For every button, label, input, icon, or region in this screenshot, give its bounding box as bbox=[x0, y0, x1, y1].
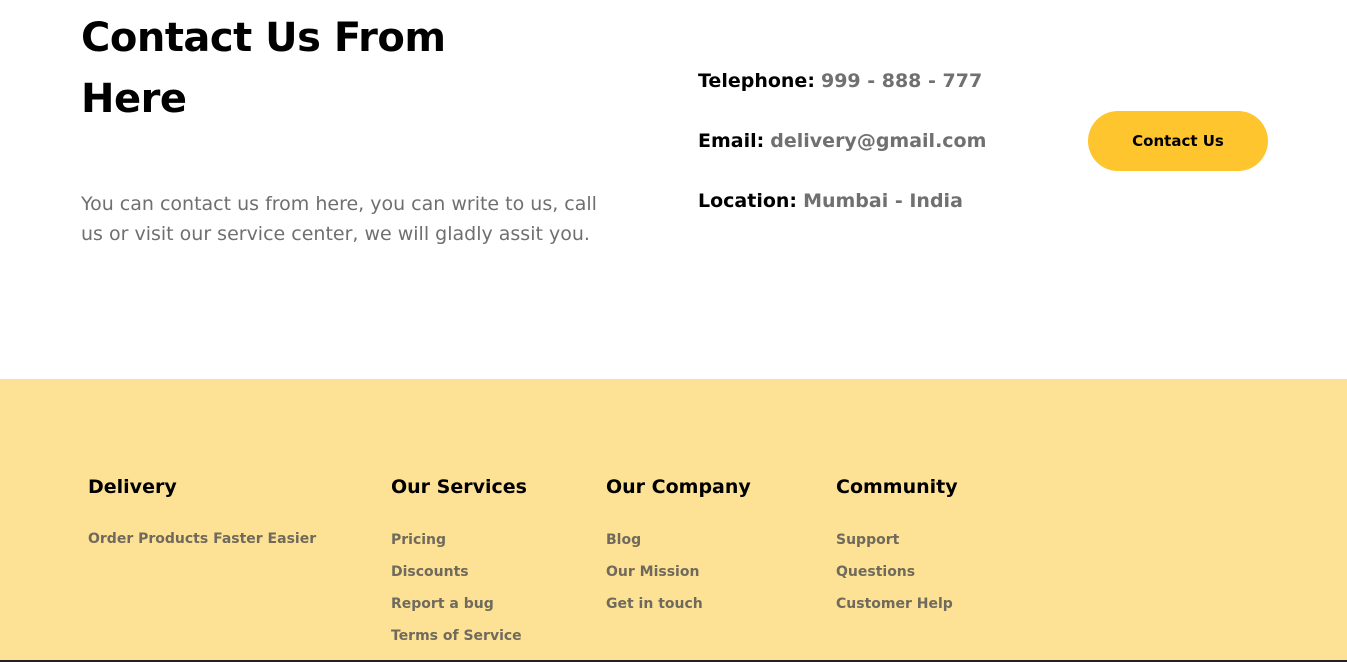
footer-link-discounts[interactable]: Discounts bbox=[391, 564, 469, 580]
footer-heading-delivery: Delivery bbox=[88, 476, 177, 498]
footer-link-terms[interactable]: Terms of Service bbox=[391, 628, 522, 644]
contact-description: You can contact us from here, you can wr… bbox=[81, 193, 597, 245]
footer-heading-community: Community bbox=[836, 476, 958, 498]
location-row: Location: Mumbai - India bbox=[698, 187, 963, 215]
footer-link-report-bug[interactable]: Report a bug bbox=[391, 596, 494, 612]
footer-link-get-in-touch[interactable]: Get in touch bbox=[606, 596, 703, 612]
footer-column-company: Our Company Blog Our Mission Get in touc… bbox=[606, 473, 751, 625]
footer-community-list: Support Questions Customer Help bbox=[836, 529, 958, 614]
email-label: Email: bbox=[698, 130, 765, 152]
footer-link-questions[interactable]: Questions bbox=[836, 564, 915, 580]
footer-link-customer-help[interactable]: Customer Help bbox=[836, 596, 953, 612]
footer-link-pricing[interactable]: Pricing bbox=[391, 532, 446, 548]
page-title: Contact Us From Here bbox=[81, 15, 446, 122]
contact-section: Contact Us From Here You can contact us … bbox=[0, 0, 1347, 379]
footer-link-support[interactable]: Support bbox=[836, 532, 899, 548]
footer-heading-company: Our Company bbox=[606, 476, 751, 498]
footer-services-list: Pricing Discounts Report a bug Terms of … bbox=[391, 529, 527, 646]
footer-column-services: Our Services Pricing Discounts Report a … bbox=[391, 473, 527, 657]
footer-column-delivery: Delivery Order Products Faster Easier bbox=[88, 473, 316, 549]
telephone-value: 999 - 888 - 777 bbox=[820, 70, 983, 92]
email-value: delivery@gmail.com bbox=[770, 130, 987, 152]
telephone-row: Telephone: 999 - 888 - 777 bbox=[698, 67, 982, 95]
footer-tagline: Order Products Faster Easier bbox=[88, 531, 317, 547]
footer-company-list: Blog Our Mission Get in touch bbox=[606, 529, 751, 614]
footer-link-blog[interactable]: Blog bbox=[606, 532, 641, 548]
contact-us-button[interactable]: Contact Us bbox=[1088, 111, 1268, 171]
location-value: Mumbai - India bbox=[803, 190, 963, 212]
telephone-label: Telephone: bbox=[698, 70, 815, 92]
footer-link-our-mission[interactable]: Our Mission bbox=[606, 564, 699, 580]
location-label: Location: bbox=[698, 190, 798, 212]
footer-heading-services: Our Services bbox=[391, 476, 527, 498]
footer-column-community: Community Support Questions Customer Hel… bbox=[836, 473, 958, 625]
footer: Delivery Order Products Faster Easier Ou… bbox=[0, 379, 1347, 662]
email-row: Email: delivery@gmail.com bbox=[698, 127, 986, 155]
